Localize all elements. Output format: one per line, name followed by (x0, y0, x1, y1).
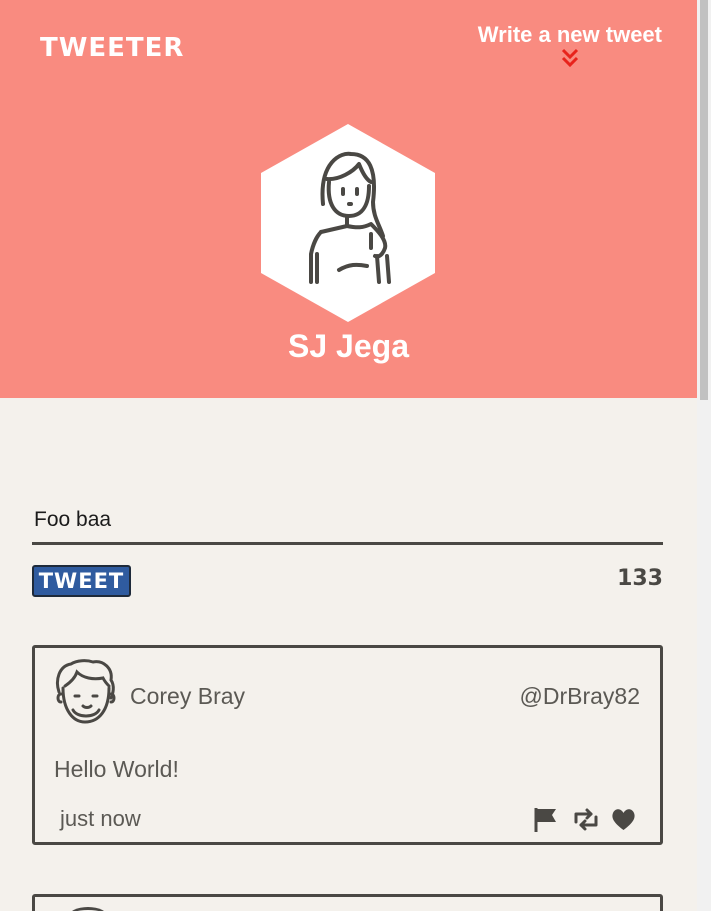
tweet-actions (532, 806, 637, 833)
compose-link[interactable]: Write a new tweet (478, 22, 662, 68)
tweet-card (32, 894, 663, 911)
logo: TWEETER (40, 33, 185, 63)
heart-icon[interactable] (610, 806, 637, 833)
tweet-timestamp: just now (60, 806, 141, 831)
tweet-button[interactable]: TWEET (32, 565, 131, 597)
scrollbar-thumb[interactable] (700, 0, 708, 400)
retweet-icon[interactable] (571, 806, 598, 833)
avatar (68, 907, 108, 911)
tweet-input[interactable]: Foo baa (32, 500, 663, 545)
profile-name: SJ Jega (288, 328, 409, 364)
profile-avatar (261, 124, 435, 322)
compose-link-label: Write a new tweet (477, 22, 662, 47)
scrollbar[interactable] (697, 0, 711, 911)
double-chevron-down-icon (561, 48, 578, 68)
tweet-author: Corey Bray (130, 683, 246, 709)
flag-icon[interactable] (532, 806, 559, 833)
man-avatar-icon (56, 659, 116, 724)
char-counter: 133 (617, 566, 663, 591)
profile-header: TWEETER Write a new tweet SJ Jega (0, 0, 697, 398)
tweet-handle: @DrBray82 (519, 683, 641, 709)
tweet-body: Hello World! (54, 756, 179, 782)
tweet-card: Corey Bray @DrBray82 Hello World! just n… (32, 645, 663, 845)
compose-form: Foo baa (32, 500, 663, 549)
